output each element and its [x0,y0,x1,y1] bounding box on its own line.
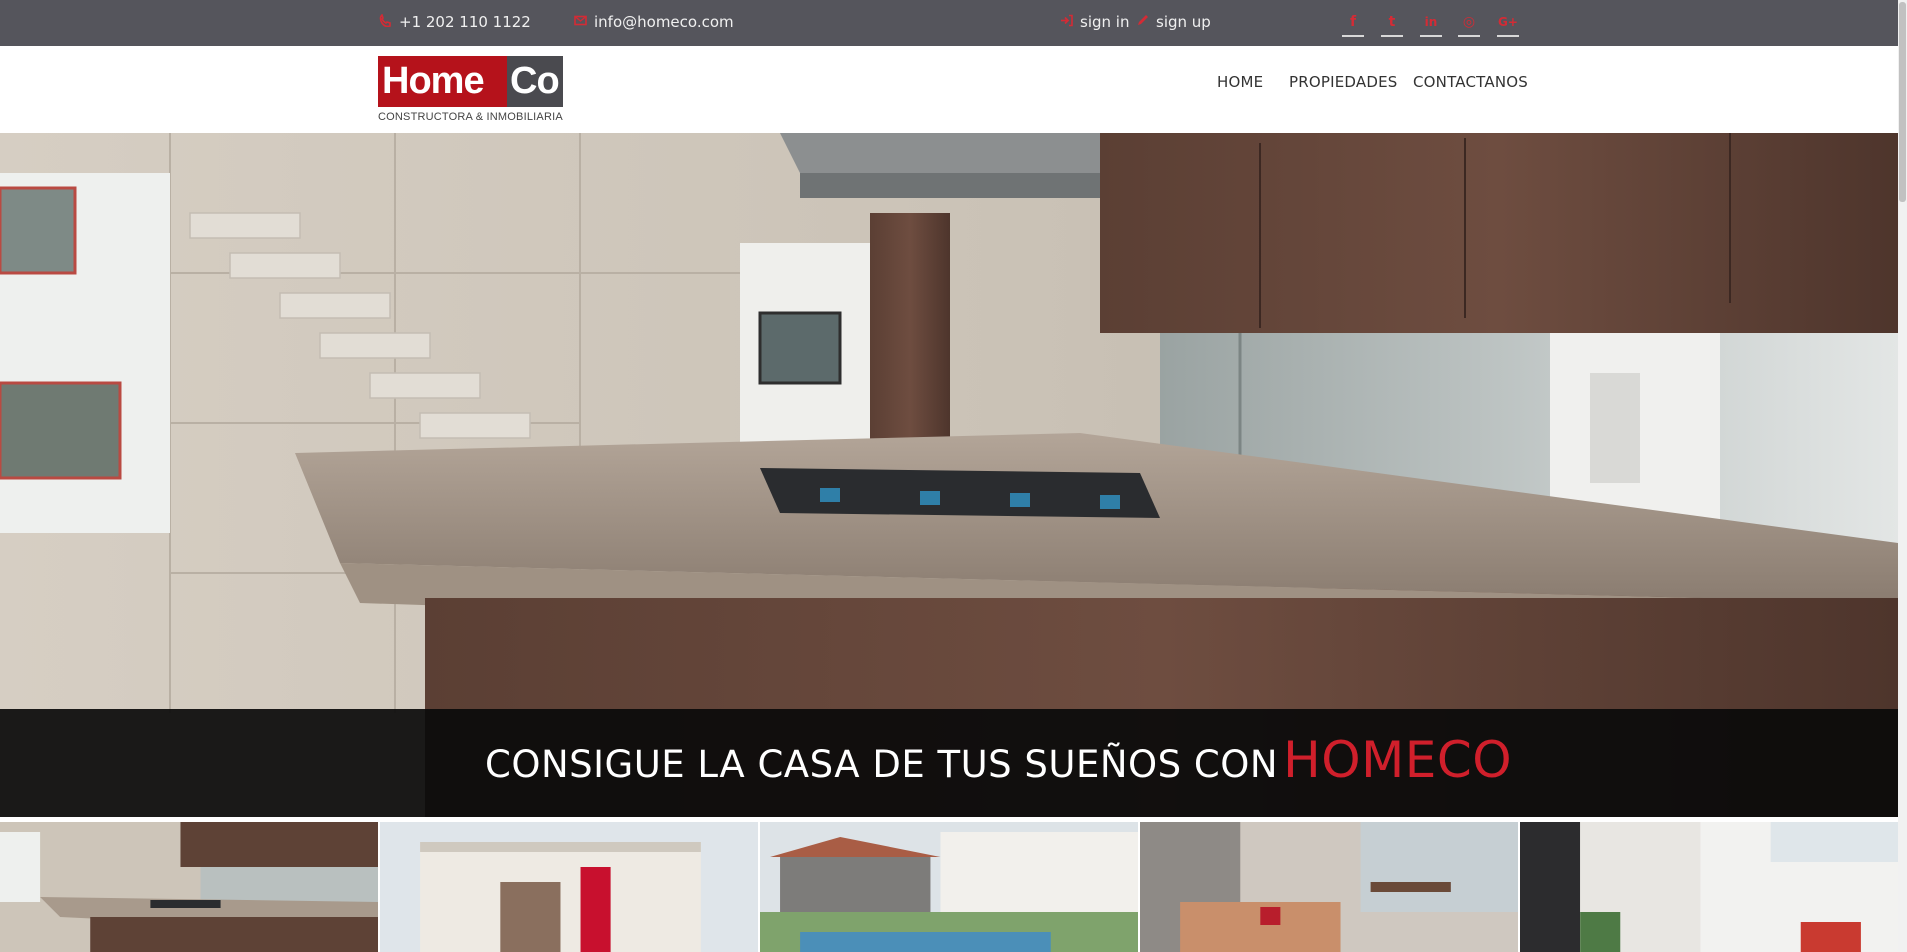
sign-in-link[interactable]: sign in [1059,13,1129,31]
phone-contact[interactable]: +1 202 110 1122 [378,13,531,31]
hero-caption: CONSIGUE LA CASA DE TUS SUEÑOS CON HOMEC… [485,731,1512,789]
property-thumbnails [0,822,1898,952]
homeco-logo[interactable]: Home Co CONSTRUCTORA & INMOBILIARIA [378,56,563,126]
thumbnail-exterior-wall[interactable] [1520,822,1898,952]
twitter-icon[interactable]: t [1381,11,1403,37]
envelope-icon [573,15,587,30]
hero-caption-text: CONSIGUE LA CASA DE TUS SUEÑOS CON [485,743,1279,786]
hero-banner: CONSIGUE LA CASA DE TUS SUEÑOS CON HOMEC… [0,133,1898,817]
thumbnail-house-facade[interactable] [380,822,758,952]
top-contact-bar: +1 202 110 1122 info@homeco.com sign in … [0,0,1898,46]
linkedin-icon[interactable]: in [1420,11,1442,37]
thumbnail-pool-area[interactable] [760,822,1138,952]
scrollbar-thumb[interactable] [1899,2,1906,202]
thumbnail-living-room[interactable] [1140,822,1518,952]
nav-contactanos[interactable]: CONTACTANOS [1413,73,1528,91]
nav-home[interactable]: HOME [1217,73,1263,91]
phone-icon [378,13,392,31]
page-scrollbar[interactable] [1898,0,1907,952]
pencil-icon [1135,14,1149,31]
facebook-icon[interactable]: f [1342,11,1364,37]
thumbnail-kitchen[interactable] [0,822,378,952]
logo-home-text: Home [378,56,507,107]
sign-up-link[interactable]: sign up [1135,13,1211,31]
sign-in-label: sign in [1080,13,1130,31]
email-contact[interactable]: info@homeco.com [573,13,734,31]
dribbble-icon[interactable]: ◎ [1458,11,1480,37]
logo-co-text: Co [507,56,563,107]
email-address: info@homeco.com [594,13,734,31]
sign-in-icon [1059,14,1073,31]
google-plus-icon[interactable]: G+ [1497,11,1519,37]
site-header: Home Co CONSTRUCTORA & INMOBILIARIA HOME… [0,46,1898,133]
phone-number: +1 202 110 1122 [399,13,531,31]
hero-caption-brand: HOMECO [1283,731,1513,789]
logo-tagline: CONSTRUCTORA & INMOBILIARIA [378,111,563,123]
sign-up-label: sign up [1156,13,1211,31]
nav-propiedades[interactable]: PROPIEDADES [1289,73,1398,91]
